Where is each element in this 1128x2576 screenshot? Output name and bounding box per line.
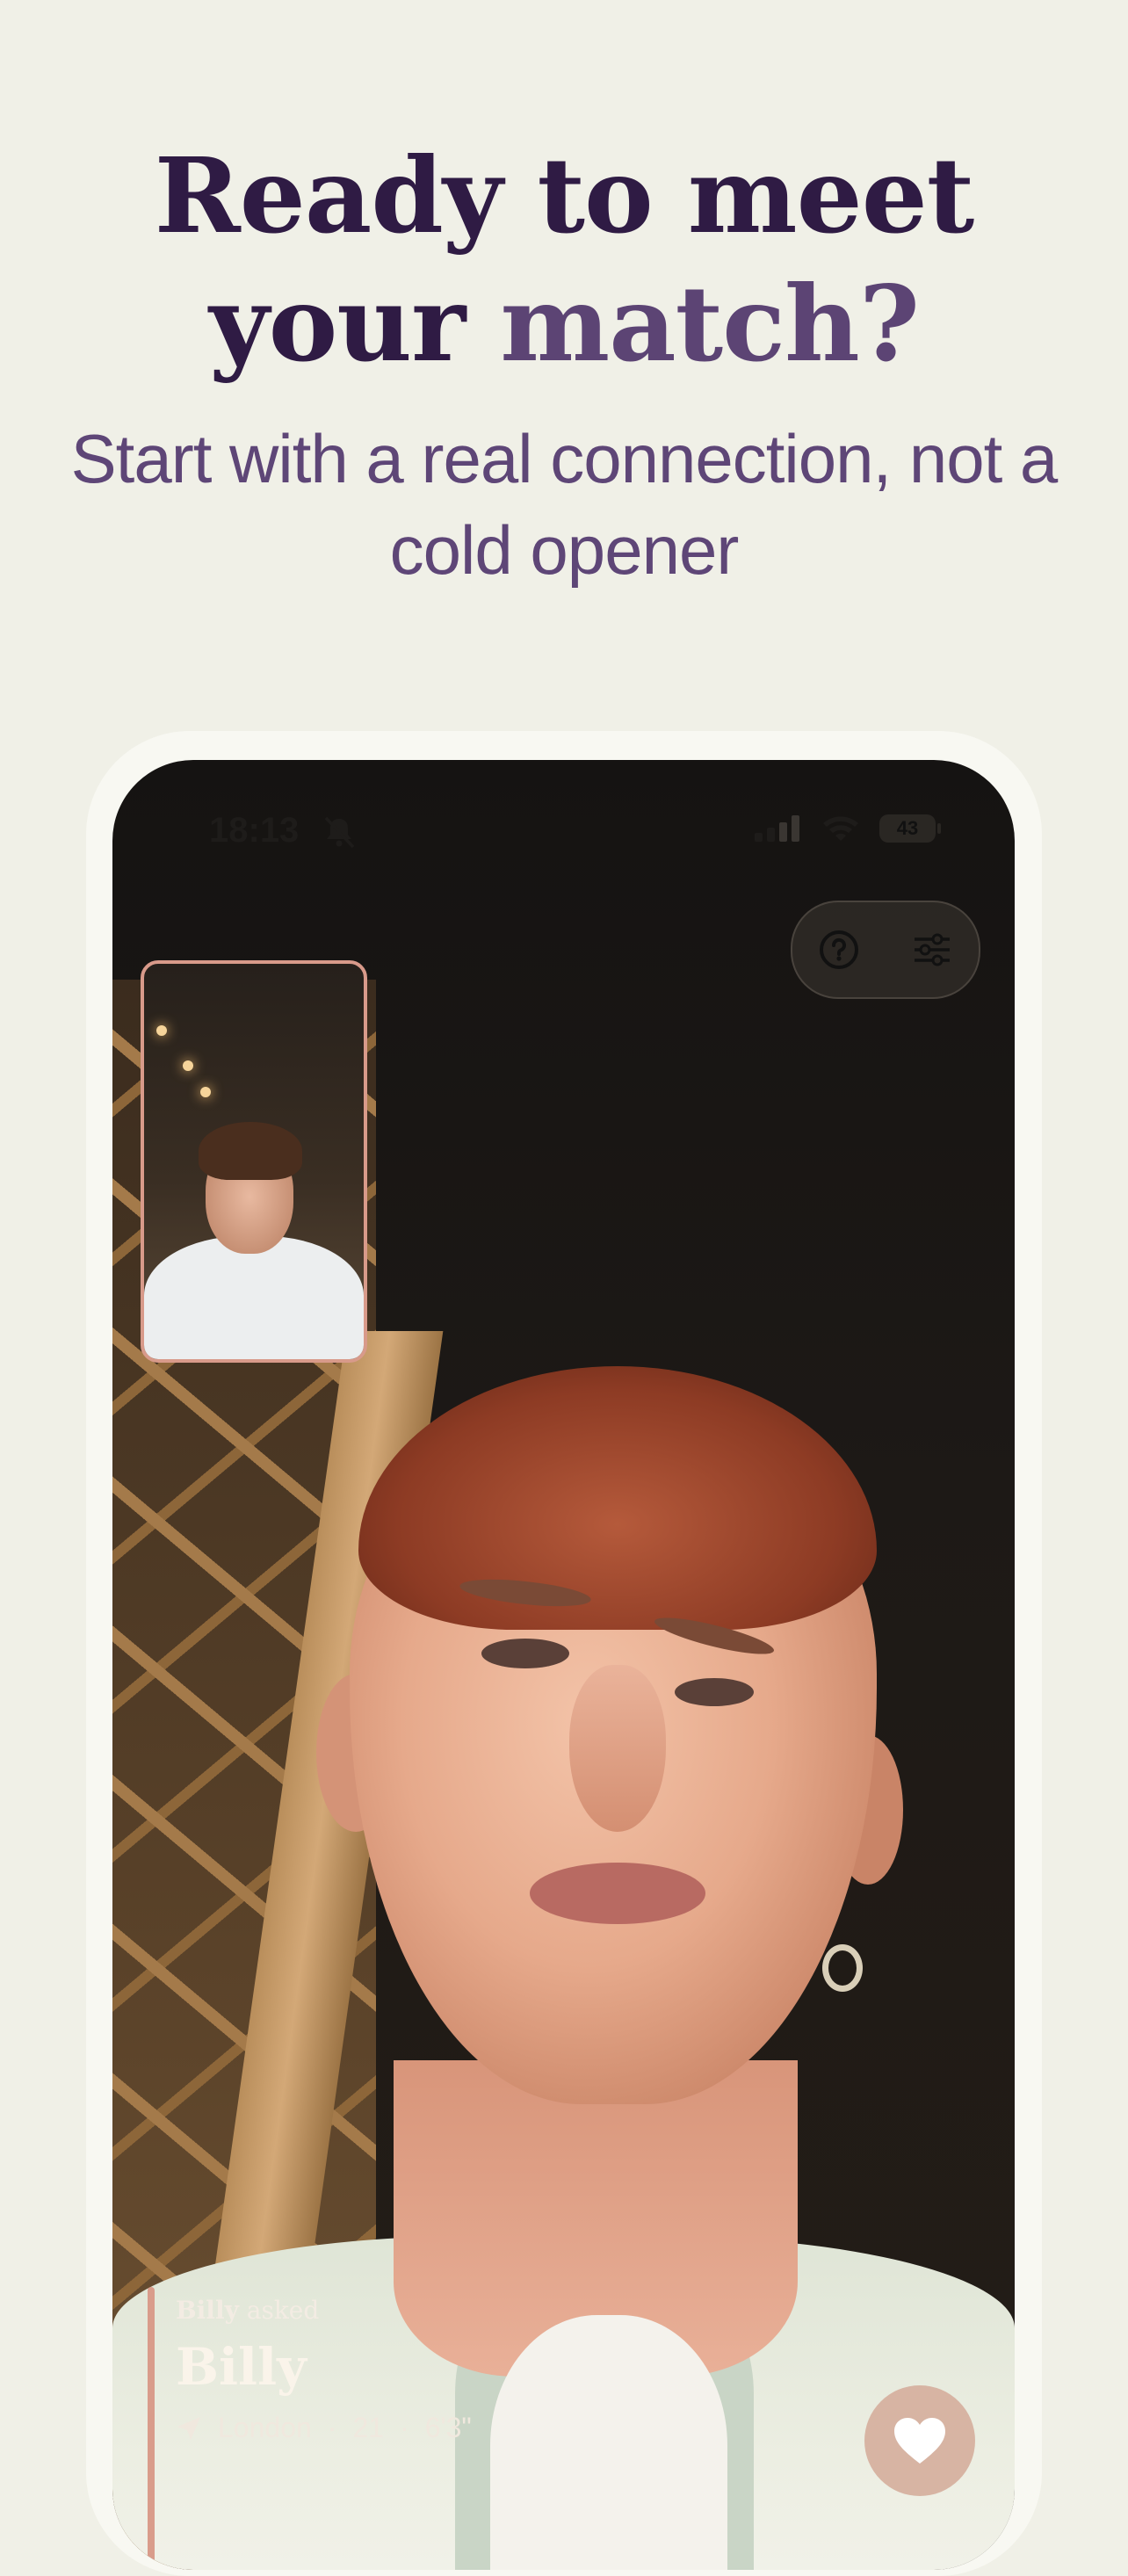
asked-name: Billy (176, 2296, 239, 2325)
battery-icon: 43 (879, 814, 941, 843)
hero-title: Ready to meet your match? (0, 132, 1128, 388)
filters-button[interactable] (906, 923, 958, 976)
like-button[interactable] (864, 2385, 975, 2496)
silent-bell-icon (324, 816, 355, 849)
asked-suffix: asked (246, 2296, 320, 2325)
match-eye-left (481, 1639, 569, 1668)
match-shirt (490, 2315, 727, 2570)
match-age: 21 (352, 2412, 385, 2443)
earring (822, 1944, 863, 1992)
match-location: London (218, 2412, 312, 2443)
hero-subtitle: Start with a real connection, not a cold… (70, 420, 1059, 589)
match-eye-right (675, 1678, 754, 1706)
match-height: 6'3" (424, 2412, 472, 2443)
status-time: 18:13 (209, 811, 300, 850)
self-view-pip[interactable] (141, 960, 367, 1363)
phone-mockup: 18:13 43 Billy asked Billy London · 21 ·… (86, 731, 1042, 2576)
caption-accent-bar (148, 2287, 155, 2570)
match-mouth (530, 1863, 705, 1924)
wifi-icon (823, 816, 858, 841)
cellular-signal-icon (755, 815, 799, 842)
help-button[interactable] (813, 923, 865, 976)
meta-separator: · (400, 2412, 409, 2443)
hero-title-line1: Ready to meet (154, 134, 975, 257)
status-indicators: 43 (755, 814, 941, 843)
question-circle-icon (820, 930, 858, 969)
match-hair (358, 1366, 877, 1630)
asked-label: Billy asked (176, 2296, 319, 2325)
hero-title-accent: match? (500, 263, 920, 385)
self-view-body (144, 1236, 364, 1359)
self-view-hair (199, 1122, 302, 1180)
hero-title-line2-plain: your (209, 263, 466, 385)
heart-icon (894, 2418, 945, 2464)
match-name: Billy (176, 2337, 307, 2397)
video-call-screen: 18:13 43 Billy asked Billy London · 21 ·… (112, 760, 1015, 2570)
pip-ceiling-light (156, 1025, 167, 1036)
match-nose (569, 1665, 666, 1832)
match-meta: London · 21 · 6'3" (176, 2412, 472, 2444)
call-controls-pill (791, 901, 980, 999)
pip-ceiling-light (183, 1060, 193, 1071)
meta-separator: · (327, 2412, 337, 2443)
sliders-icon (915, 933, 950, 966)
pip-ceiling-light (200, 1087, 211, 1097)
location-arrow-icon (177, 2416, 200, 2440)
